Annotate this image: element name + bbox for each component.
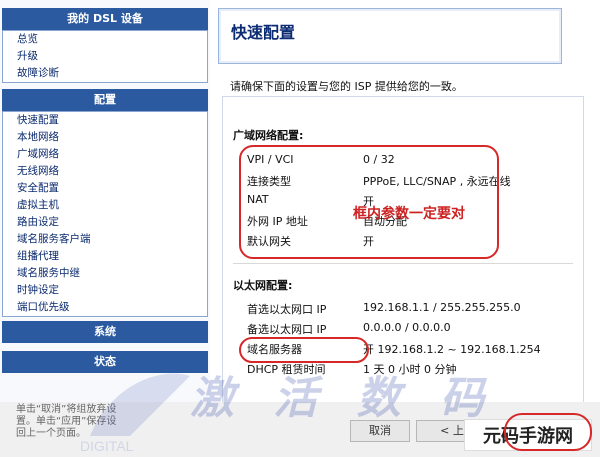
- lan-label-primary-ip: 首选以太网口 IP: [247, 303, 327, 316]
- config-card: 广域网络配置: VPI / VCI 0 / 32 连接类型 PPPoE, LLC…: [222, 96, 584, 404]
- menu-item-overview[interactable]: 总览: [3, 31, 207, 48]
- menu-item-local-network[interactable]: 本地网络: [3, 129, 207, 146]
- lan-value-secondary-ip: 0.0.0.0 / 0.0.0.0: [363, 321, 451, 334]
- wan-section-title: 广域网络配置:: [233, 129, 304, 142]
- panel-title-my-dsl: 我的 DSL 设备: [2, 8, 208, 30]
- menu-item-multicast-proxy[interactable]: 组播代理: [3, 248, 207, 265]
- watermark-digital-text: DIGITAL: [80, 438, 134, 454]
- panel-body-config: 快速配置 本地网络 广域网络 无线网络 安全配置 虚拟主机 路由设定 域名服务客…: [2, 111, 208, 317]
- menu-item-virtual-host[interactable]: 虚拟主机: [3, 197, 207, 214]
- menu-item-wan[interactable]: 广域网络: [3, 146, 207, 163]
- lan-value-primary-ip: 192.168.1.1 / 255.255.255.0: [363, 301, 521, 314]
- lan-label-secondary-ip: 备选以太网口 IP: [247, 323, 327, 336]
- wan-highlight-box: [239, 145, 499, 259]
- title-box: 快速配置: [218, 8, 562, 64]
- menu-item-port-priority[interactable]: 端口优先级: [3, 299, 207, 316]
- panel-title-config: 配置: [2, 89, 208, 111]
- menu-item-clock[interactable]: 时钟设定: [3, 282, 207, 299]
- menu-item-upgrade[interactable]: 升级: [3, 48, 207, 65]
- intro-text: 请确保下面的设置与您的 ISP 提供给您的一致。: [230, 80, 463, 93]
- lan-section-title: 以太网配置:: [233, 279, 293, 292]
- watermark-text: 激 活 数 码: [190, 373, 496, 424]
- menu-item-security[interactable]: 安全配置: [3, 180, 207, 197]
- menu-item-dns-client[interactable]: 域名服务客户端: [3, 231, 207, 248]
- menu-item-diagnostics[interactable]: 故障诊断: [3, 65, 207, 82]
- dns-highlight-box: [239, 337, 369, 363]
- menu-item-quick-config[interactable]: 快速配置: [3, 112, 207, 129]
- panel-title-system[interactable]: 系统: [2, 321, 208, 343]
- menu-item-wireless[interactable]: 无线网络: [3, 163, 207, 180]
- apply-button-highlight: [504, 413, 592, 451]
- page-title: 快速配置: [231, 23, 296, 42]
- lan-value-dns-server: 开 192.168.1.2 ~ 192.168.1.254: [363, 343, 541, 356]
- section-divider: [233, 263, 573, 264]
- menu-item-routing[interactable]: 路由设定: [3, 214, 207, 231]
- panel-body-my-dsl: 总览 升级 故障诊断: [2, 30, 208, 83]
- menu-item-dns-relay[interactable]: 域名服务中继: [3, 265, 207, 282]
- annotation-text: 框内参数一定要对: [353, 206, 465, 222]
